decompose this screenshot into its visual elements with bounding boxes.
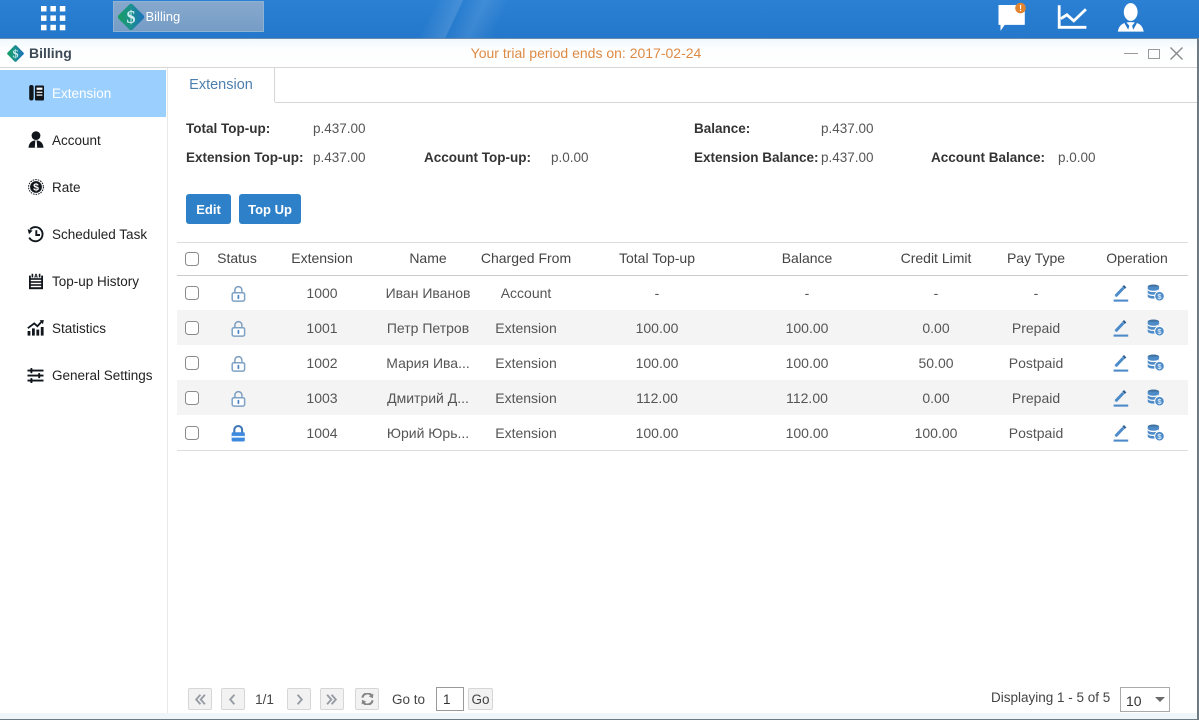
svg-text:$: $ bbox=[33, 182, 39, 194]
svg-text:!: ! bbox=[1019, 3, 1022, 13]
svg-text:$: $ bbox=[127, 7, 136, 27]
